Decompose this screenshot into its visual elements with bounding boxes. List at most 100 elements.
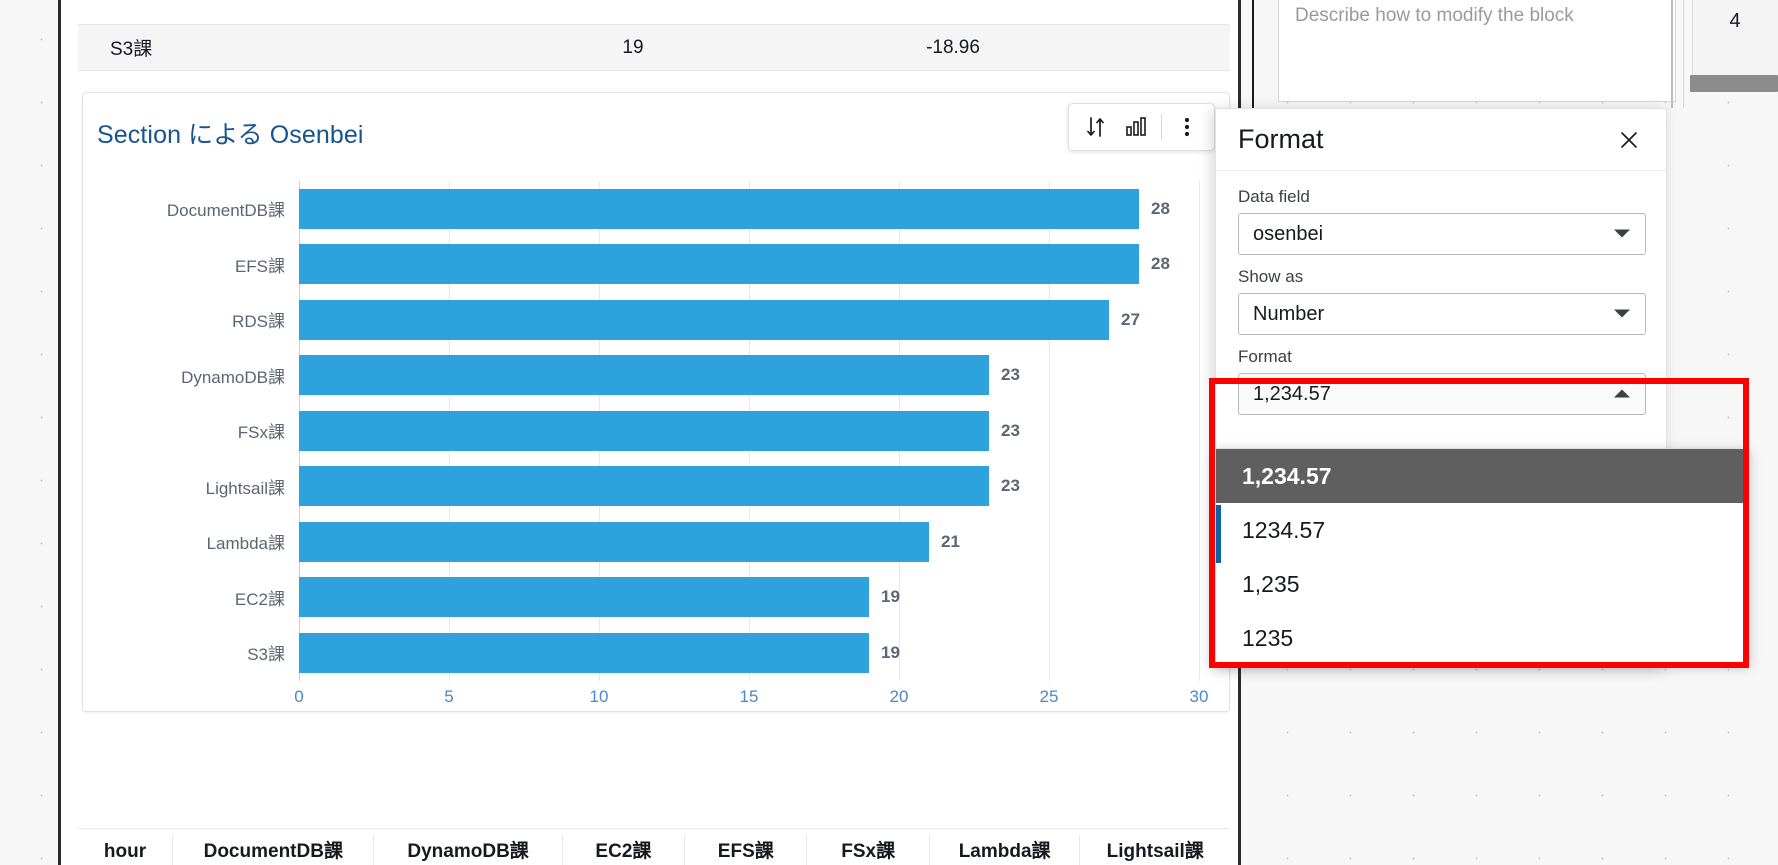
- format-dropdown-list[interactable]: 1,234.57 1234.57 1,235 1235: [1215, 448, 1749, 664]
- column-header[interactable]: Lambda課: [928, 835, 1080, 865]
- data-field-value: osenbei: [1253, 222, 1324, 245]
- category-label: DynamoDB課: [181, 367, 285, 387]
- x-tick-label: 5: [444, 687, 454, 706]
- format-panel-header: Format: [1216, 109, 1666, 171]
- dropdown-option[interactable]: 1,234.57: [1216, 449, 1748, 503]
- column-header[interactable]: EC2課: [561, 835, 684, 865]
- column-header[interactable]: EFS課: [684, 835, 806, 865]
- far-right-edge-line-2: [1683, 0, 1684, 108]
- modify-panel-left-edge: [1252, 0, 1254, 120]
- format-panel-body: Data field osenbei Show as Number Format…: [1216, 171, 1666, 415]
- bar-row[interactable]: 19: [299, 570, 1199, 626]
- bar-row[interactable]: 23: [299, 459, 1199, 515]
- bar[interactable]: [299, 410, 989, 451]
- chart-plot-area: DocumentDB課 EFS課 RDS課 DynamoDB課 FSx課 Lightsai…: [83, 163, 1231, 706]
- chevron-down-icon: [1613, 223, 1631, 246]
- dropdown-option[interactable]: 1,235: [1216, 557, 1748, 611]
- bar-value-label: 21: [941, 531, 960, 551]
- canvas-gutter-left: [0, 0, 58, 865]
- sort-arrows-icon[interactable]: [1079, 110, 1113, 144]
- left-divider-white: [61, 0, 78, 865]
- bar[interactable]: [299, 632, 869, 673]
- column-header[interactable]: Lightsail課: [1079, 835, 1230, 865]
- column-header[interactable]: FSx課: [806, 835, 928, 865]
- bar-row[interactable]: 28: [299, 237, 1199, 293]
- bar[interactable]: [299, 466, 989, 507]
- modify-block-placeholder: Describe how to modify the block: [1295, 5, 1574, 26]
- x-tick-label: 0: [294, 687, 304, 706]
- format-select[interactable]: 1,234.57: [1238, 373, 1646, 415]
- show-as-select[interactable]: Number: [1238, 293, 1646, 335]
- category-label: RDS課: [232, 312, 285, 332]
- category-label: Lambda課: [206, 534, 285, 554]
- cell-osenbei: 19: [622, 36, 644, 58]
- y-axis-category-labels: DocumentDB課 EFS課 RDS課 DynamoDB課 FSx課 Lightsai…: [83, 181, 299, 681]
- bar[interactable]: [299, 299, 1109, 340]
- category-label: Lightsail課: [205, 478, 285, 498]
- dropdown-accent-bar: [1216, 505, 1221, 563]
- bar-row[interactable]: 27: [299, 292, 1199, 348]
- grid-line: [1199, 181, 1200, 681]
- chart-title: Section による Osenbei: [97, 121, 364, 149]
- bar-value-label: 28: [1151, 198, 1170, 218]
- bar-value-label: 28: [1151, 254, 1170, 274]
- bar-row[interactable]: 23: [299, 348, 1199, 404]
- bars-area: 28 28 27 23 23 23 21 19 19: [299, 181, 1200, 681]
- top-table: S3課 19 -18.96: [78, 0, 1230, 71]
- column-header[interactable]: DocumentDB課: [172, 835, 373, 865]
- bar-value-label: 23: [1001, 365, 1020, 385]
- x-tick-label: 15: [739, 687, 759, 706]
- format-value: 1,234.57: [1253, 382, 1331, 405]
- chart-toolbar: [1068, 103, 1215, 151]
- category-label: FSx課: [237, 423, 285, 443]
- chevron-down-icon: [1613, 303, 1631, 326]
- bar[interactable]: [299, 244, 1139, 285]
- x-axis-ticks: 0 5 10 15 20 25 30: [294, 687, 1208, 717]
- dropdown-option[interactable]: 1235: [1216, 611, 1748, 663]
- cell-delta: -18.96: [926, 36, 980, 58]
- bar-value-label: 23: [1001, 476, 1020, 496]
- format-panel-title: Format: [1238, 124, 1324, 154]
- column-header[interactable]: DynamoDB課: [373, 835, 561, 865]
- category-label: EC2課: [234, 589, 285, 609]
- bar-value-label: 27: [1121, 309, 1140, 329]
- table-row[interactable]: S3課 19 -18.96: [78, 25, 1230, 71]
- format-label: Format: [1238, 347, 1292, 366]
- bar-row[interactable]: 23: [299, 403, 1199, 459]
- bar-row[interactable]: 19: [299, 625, 1199, 681]
- toolbar-separator: [1161, 114, 1162, 140]
- bar[interactable]: [299, 521, 929, 562]
- bar[interactable]: [299, 188, 1139, 229]
- category-label: EFS課: [234, 256, 285, 276]
- show-as-label: Show as: [1238, 267, 1304, 286]
- column-header[interactable]: hour: [78, 835, 172, 865]
- x-tick-label: 25: [1039, 687, 1059, 706]
- far-right-value: 4: [1729, 10, 1741, 32]
- chevron-up-icon: [1613, 383, 1631, 406]
- category-label: DocumentDB課: [166, 201, 285, 221]
- bar-chart-icon[interactable]: [1119, 110, 1153, 144]
- x-tick-label: 10: [589, 687, 609, 706]
- bottom-table-header: hour DocumentDB課 DynamoDB課 EC2課 EFS課 FSx課 Lamb…: [78, 828, 1230, 865]
- bar-value-label: 19: [881, 587, 900, 607]
- horizontal-scrollbar[interactable]: [1690, 75, 1778, 92]
- top-table-spacer: [78, 0, 1230, 25]
- chart-card: Section による Osenbei DocumentDB課 EFS課 RDS…: [82, 92, 1230, 712]
- category-label: S3課: [247, 645, 285, 665]
- modify-block-panel: Describe how to modify the block: [1278, 0, 1676, 102]
- bar[interactable]: [299, 577, 869, 618]
- x-tick-label: 30: [1189, 687, 1209, 706]
- show-as-value: Number: [1253, 302, 1325, 325]
- far-right-edge-line: [1671, 0, 1673, 108]
- dropdown-option[interactable]: 1234.57: [1216, 503, 1748, 557]
- x-tick-label: 20: [889, 687, 909, 706]
- bar-row[interactable]: 21: [299, 514, 1199, 570]
- bar-row[interactable]: 28: [299, 181, 1199, 237]
- bar[interactable]: [299, 355, 989, 396]
- close-icon[interactable]: [1614, 125, 1644, 155]
- data-field-select[interactable]: osenbei: [1238, 213, 1646, 255]
- kebab-menu-icon[interactable]: [1170, 110, 1204, 144]
- bar-value-label: 23: [1001, 420, 1020, 440]
- bar-value-label: 19: [881, 642, 900, 662]
- data-field-label: Data field: [1238, 187, 1310, 206]
